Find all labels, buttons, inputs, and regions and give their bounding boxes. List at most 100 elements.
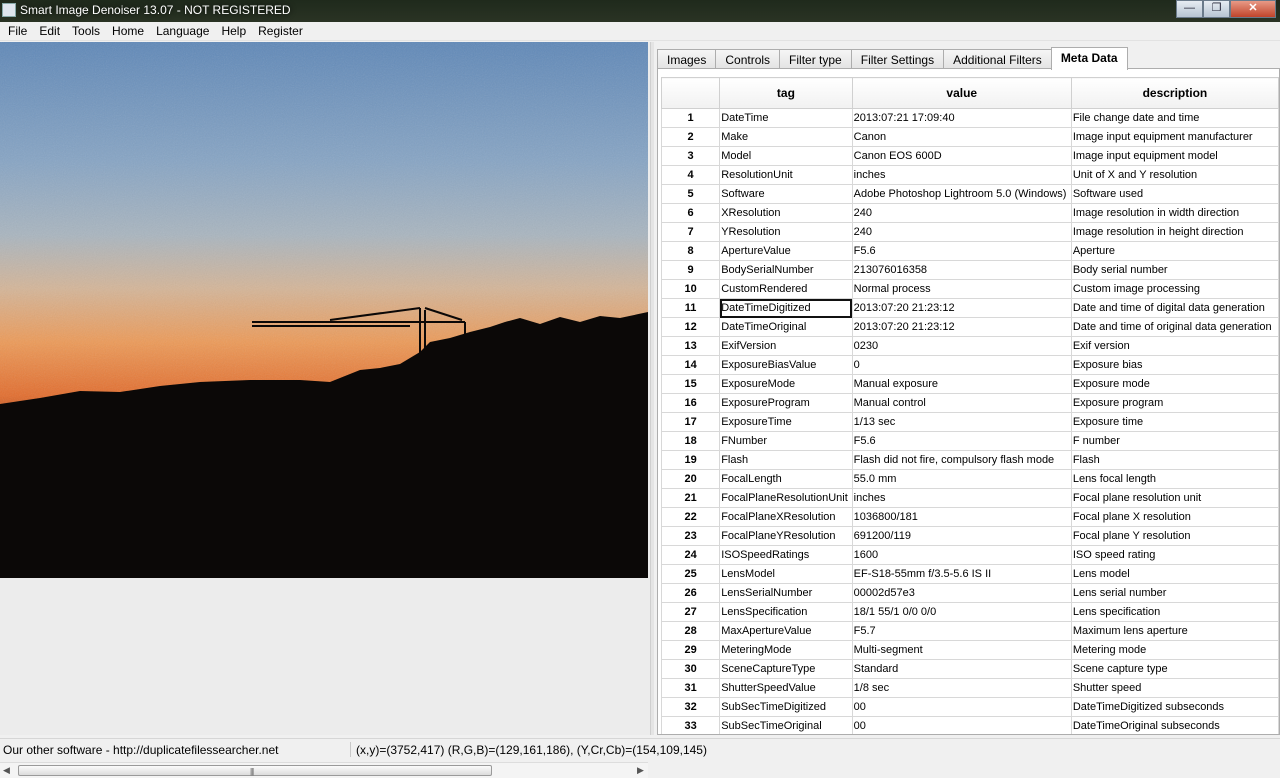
table-row[interactable]: 4 ResolutionUnit inches Unit of X and Y res…	[660, 165, 1279, 185]
table-row[interactable]: 24 ISOSpeedRatings 1600 ISO speed rating	[660, 545, 1279, 565]
tag-cell[interactable]: ExifVersion	[719, 336, 853, 356]
tag-cell[interactable]: MeteringMode	[719, 640, 853, 660]
table-row[interactable]: 13 ExifVersion 0230 Exif version	[660, 336, 1279, 356]
value-cell[interactable]: Canon	[851, 127, 1072, 147]
description-cell[interactable]: Shutter speed	[1070, 678, 1279, 698]
value-cell[interactable]: Multi-segment	[851, 640, 1072, 660]
menu-edit[interactable]: Edit	[33, 22, 66, 40]
table-row[interactable]: 1 DateTime 2013:07:21 17:09:40 File change …	[660, 108, 1279, 128]
table-row[interactable]: 2 Make Canon Image input equipment manufact…	[660, 127, 1279, 147]
value-cell[interactable]: Standard	[851, 659, 1072, 679]
header-tag[interactable]: tag	[719, 77, 853, 109]
table-row[interactable]: 22 FocalPlaneXResolution 1036800/181 Focal …	[660, 507, 1279, 527]
value-cell[interactable]: F5.7	[851, 621, 1072, 641]
row-number-cell[interactable]: 22	[660, 507, 721, 527]
row-number-cell[interactable]: 27	[660, 602, 721, 622]
row-number-cell[interactable]: 32	[660, 697, 721, 717]
description-cell[interactable]: Date and time of digital data generation	[1070, 298, 1279, 318]
value-cell[interactable]: 1600	[851, 545, 1072, 565]
value-cell[interactable]: Adobe Photoshop Lightroom 5.0 (Windows)	[851, 184, 1072, 204]
description-cell[interactable]: Software used	[1070, 184, 1279, 204]
description-cell[interactable]: Image input equipment manufacturer	[1070, 127, 1279, 147]
value-cell[interactable]: Flash did not fire, compulsory flash mod…	[851, 450, 1072, 470]
tag-cell[interactable]: Make	[719, 127, 853, 147]
value-cell[interactable]: F5.6	[851, 431, 1072, 451]
description-cell[interactable]: Lens focal length	[1070, 469, 1279, 489]
table-row[interactable]: 8 ApertureValue F5.6 Aperture	[660, 241, 1279, 261]
table-row[interactable]: 17 ExposureTime 1/13 sec Exposure time	[660, 412, 1279, 432]
table-row[interactable]: 6 XResolution 240 Image resolution in width…	[660, 203, 1279, 223]
value-cell[interactable]: 1/8 sec	[851, 678, 1072, 698]
description-cell[interactable]: Exposure time	[1070, 412, 1279, 432]
row-number-cell[interactable]: 6	[660, 203, 721, 223]
description-cell[interactable]: Aperture	[1070, 241, 1279, 261]
description-cell[interactable]: DateTimeOriginal subseconds	[1070, 716, 1279, 734]
tag-cell[interactable]: LensSpecification	[719, 602, 853, 622]
tag-cell[interactable]: DateTime	[719, 108, 853, 128]
row-number-cell[interactable]: 4	[660, 165, 721, 185]
row-number-cell[interactable]: 18	[660, 431, 721, 451]
description-cell[interactable]: F number	[1070, 431, 1279, 451]
tag-cell[interactable]: Flash	[719, 450, 853, 470]
description-cell[interactable]: Image resolution in width direction	[1070, 203, 1279, 223]
value-cell[interactable]: 2013:07:20 21:23:12	[851, 317, 1072, 337]
description-cell[interactable]: DateTimeDigitized subseconds	[1070, 697, 1279, 717]
table-row[interactable]: 23 FocalPlaneYResolution 691200/119 Focal p…	[660, 526, 1279, 546]
row-number-cell[interactable]: 28	[660, 621, 721, 641]
description-cell[interactable]: Image resolution in height direction	[1070, 222, 1279, 242]
tag-cell[interactable]: DateTimeDigitized	[719, 298, 853, 318]
value-cell[interactable]: 240	[851, 203, 1072, 223]
value-cell[interactable]: Manual control	[851, 393, 1072, 413]
description-cell[interactable]: Image input equipment model	[1070, 146, 1279, 166]
tag-cell[interactable]: ExposureBiasValue	[719, 355, 853, 375]
tag-cell[interactable]: FNumber	[719, 431, 853, 451]
table-row[interactable]: 14 ExposureBiasValue 0 Exposure bias	[660, 355, 1279, 375]
scrollbar-thumb[interactable]: |||	[18, 765, 492, 776]
tag-cell[interactable]: ExposureProgram	[719, 393, 853, 413]
scroll-left-icon[interactable]: ◀	[3, 765, 10, 776]
table-row[interactable]: 29 MeteringMode Multi-segment Metering mode	[660, 640, 1279, 660]
table-row[interactable]: 9 BodySerialNumber 213076016358 Body serial…	[660, 260, 1279, 280]
table-row[interactable]: 12 DateTimeOriginal 2013:07:20 21:23:12 Dat…	[660, 317, 1279, 337]
header-row-number[interactable]	[660, 77, 721, 109]
table-row[interactable]: 15 ExposureMode Manual exposure Exposure mo…	[660, 374, 1279, 394]
horizontal-scrollbar[interactable]: ◀ ||| ▶	[0, 762, 648, 778]
table-row[interactable]: 18 FNumber F5.6 F number	[660, 431, 1279, 451]
row-number-cell[interactable]: 24	[660, 545, 721, 565]
menu-register[interactable]: Register	[252, 22, 309, 40]
table-row[interactable]: 10 CustomRendered Normal process Custom ima…	[660, 279, 1279, 299]
maximize-button[interactable]: ❐	[1203, 0, 1230, 18]
value-cell[interactable]: 213076016358	[851, 260, 1072, 280]
row-number-cell[interactable]: 21	[660, 488, 721, 508]
value-cell[interactable]: 1036800/181	[851, 507, 1072, 527]
description-cell[interactable]: Lens specification	[1070, 602, 1279, 622]
row-number-cell[interactable]: 1	[660, 108, 721, 128]
menu-help[interactable]: Help	[215, 22, 252, 40]
tag-cell[interactable]: CustomRendered	[719, 279, 853, 299]
header-value[interactable]: value	[851, 77, 1072, 109]
value-cell[interactable]: 2013:07:21 17:09:40	[851, 108, 1072, 128]
scroll-right-icon[interactable]: ▶	[637, 765, 644, 776]
panel-splitter[interactable]	[650, 42, 654, 735]
table-row[interactable]: 25 LensModel EF-S18-55mm f/3.5-5.6 IS II Le…	[660, 564, 1279, 584]
row-number-cell[interactable]: 26	[660, 583, 721, 603]
row-number-cell[interactable]: 5	[660, 184, 721, 204]
value-cell[interactable]: 18/1 55/1 0/0 0/0	[851, 602, 1072, 622]
tag-cell[interactable]: MaxApertureValue	[719, 621, 853, 641]
tag-cell[interactable]: SceneCaptureType	[719, 659, 853, 679]
menu-file[interactable]: File	[2, 22, 33, 40]
row-number-cell[interactable]: 25	[660, 564, 721, 584]
value-cell[interactable]: 0	[851, 355, 1072, 375]
tab-additional-filters[interactable]: Additional Filters	[943, 49, 1052, 69]
row-number-cell[interactable]: 20	[660, 469, 721, 489]
value-cell[interactable]: 00	[851, 697, 1072, 717]
tag-cell[interactable]: BodySerialNumber	[719, 260, 853, 280]
row-number-cell[interactable]: 13	[660, 336, 721, 356]
value-cell[interactable]: Manual exposure	[851, 374, 1072, 394]
row-number-cell[interactable]: 23	[660, 526, 721, 546]
value-cell[interactable]: 00	[851, 716, 1072, 734]
description-cell[interactable]: Focal plane Y resolution	[1070, 526, 1279, 546]
value-cell[interactable]: 691200/119	[851, 526, 1072, 546]
table-row[interactable]: 7 YResolution 240 Image resolution in heigh…	[660, 222, 1279, 242]
table-row[interactable]: 16 ExposureProgram Manual control Exposure …	[660, 393, 1279, 413]
